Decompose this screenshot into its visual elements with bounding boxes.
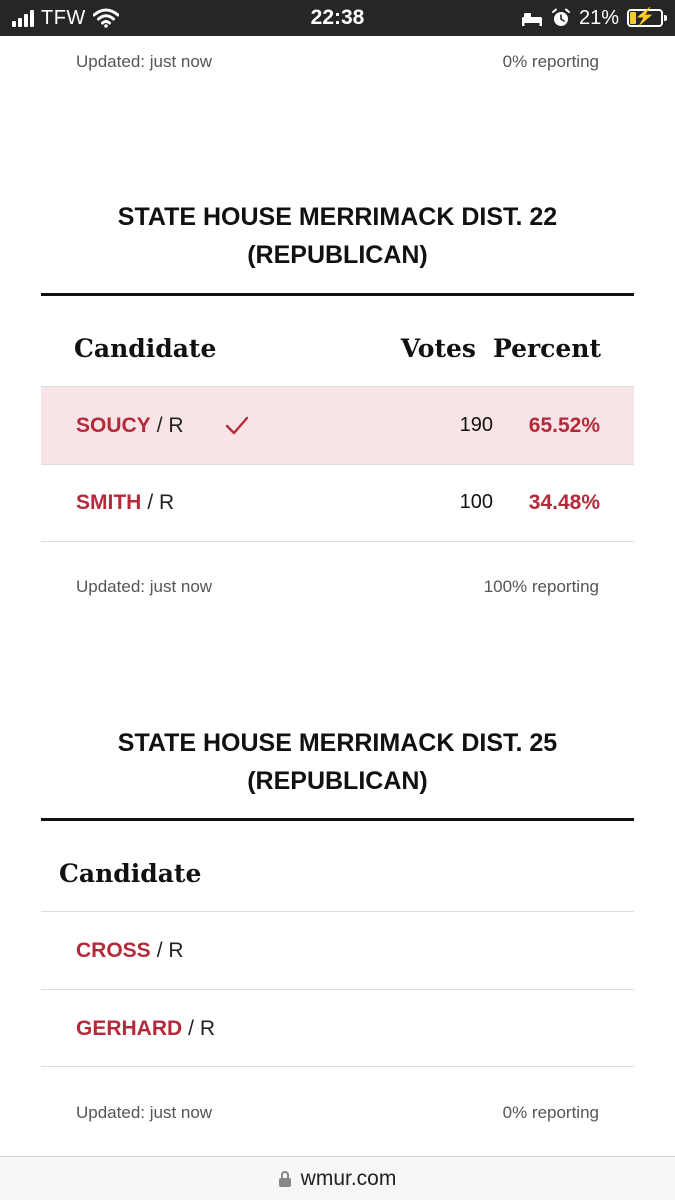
candidate-cell: CROSS / R — [76, 912, 184, 989]
lock-icon — [278, 1170, 291, 1187]
header-votes: Votes — [400, 334, 476, 363]
row-divider — [41, 1066, 634, 1067]
table-row: SMITH / R 100 34.48% — [41, 464, 634, 541]
race-title: STATE HOUSE MERRIMACK DIST. 25 (REPUBLIC… — [40, 724, 635, 800]
candidate-party: / R — [156, 938, 184, 962]
updated-text: Updated: just now — [76, 1103, 213, 1122]
candidate-name: SOUCY — [76, 413, 151, 437]
percent-cell: 65.52% — [528, 414, 600, 437]
reporting-text: 0% reporting — [502, 52, 599, 71]
sleep-icon — [521, 13, 542, 26]
candidate-name: CROSS — [76, 938, 151, 962]
race-title-line1: STATE HOUSE MERRIMACK DIST. 22 — [117, 203, 558, 231]
title-divider — [41, 818, 634, 821]
votes-cell: 190 — [459, 414, 493, 436]
row-divider — [41, 541, 634, 542]
candidate-party: / R — [147, 490, 175, 514]
updated-text: Updated: just now — [76, 52, 213, 71]
table-row: SOUCY / R 190 65.52% — [41, 387, 634, 464]
table-row: CROSS / R — [41, 912, 634, 989]
race-meta-previous: Updated: just now 0% reporting — [76, 50, 599, 74]
status-bar: TFW 22:38 21% ⚡ — [0, 0, 675, 36]
battery-charging-icon: ⚡ — [627, 7, 667, 27]
header-candidate: Candidate — [59, 859, 202, 888]
url-domain[interactable]: wmur.com — [301, 1167, 397, 1191]
title-divider — [41, 293, 634, 296]
winner-check-icon — [225, 416, 249, 435]
candidate-cell: SMITH / R — [76, 464, 174, 541]
header-candidate: Candidate — [74, 334, 217, 363]
votes-cell: 100 — [459, 491, 493, 513]
race-title-line2: (REPUBLICAN) — [247, 767, 428, 795]
percent-cell: 34.48% — [528, 491, 600, 514]
candidate-name: GERHARD — [76, 1016, 183, 1040]
candidate-cell: SOUCY / R — [76, 387, 184, 464]
updated-text: Updated: just now — [76, 577, 213, 596]
race-title-line2: (REPUBLICAN) — [247, 241, 428, 269]
alarm-icon — [551, 8, 570, 26]
candidate-party: / R — [188, 1016, 216, 1040]
reporting-text: 0% reporting — [502, 1103, 599, 1122]
address-bar[interactable]: wmur.com — [0, 1156, 675, 1200]
candidate-name: SMITH — [76, 490, 142, 514]
header-percent: Percent — [492, 334, 601, 363]
table-row: GERHARD / R — [41, 990, 634, 1067]
candidate-party: / R — [156, 413, 184, 437]
status-right: 21% ⚡ — [521, 0, 667, 36]
race-meta: Updated: just now 100% reporting — [76, 575, 599, 599]
candidate-cell: GERHARD / R — [76, 990, 215, 1067]
race-meta: Updated: just now 0% reporting — [76, 1101, 599, 1125]
race-title: STATE HOUSE MERRIMACK DIST. 22 (REPUBLIC… — [40, 198, 635, 274]
race-title-line1: STATE HOUSE MERRIMACK DIST. 25 — [117, 729, 558, 757]
battery-percent: 21% — [578, 6, 619, 29]
reporting-text: 100% reporting — [483, 577, 599, 596]
